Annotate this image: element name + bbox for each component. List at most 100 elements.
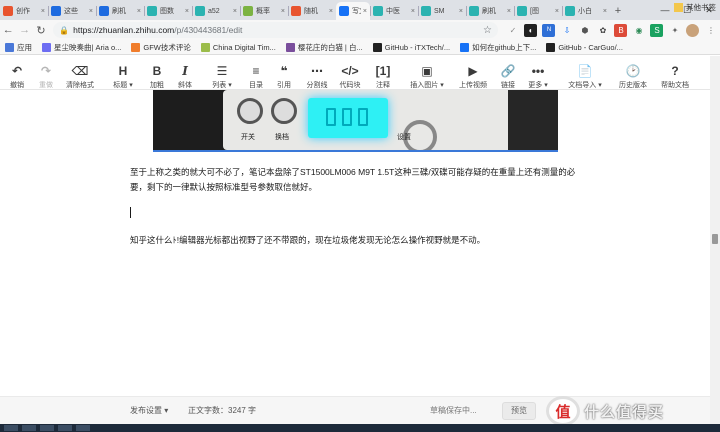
- browser-tab[interactable]: a52 ×: [192, 2, 240, 20]
- toolbar-label: 撤销: [10, 82, 24, 89]
- toolbar-label: 重做: [39, 82, 53, 89]
- toolbar-label: 插入图片 ▾: [410, 82, 444, 89]
- taskbar-item[interactable]: [76, 425, 90, 431]
- back-button[interactable]: ←: [0, 20, 16, 40]
- b-extension-icon[interactable]: B: [614, 23, 628, 37]
- browser-tab[interactable]: 这些 ×: [48, 2, 96, 20]
- taskbar-item[interactable]: [40, 425, 54, 431]
- clear-format-icon: ⌫: [71, 64, 89, 78]
- tab-close-icon[interactable]: ×: [411, 8, 415, 15]
- bookmark-item[interactable]: 如何在github上下...: [460, 42, 536, 53]
- tab-close-icon[interactable]: ×: [89, 8, 93, 15]
- browser-tab[interactable]: 小白 ×: [562, 2, 610, 20]
- tab-close-icon[interactable]: ×: [233, 8, 237, 15]
- tab-favicon-icon: [243, 6, 253, 16]
- publish-settings-dropdown[interactable]: 发布设置 ▾: [130, 405, 168, 416]
- browser-tab[interactable]: 刷机 ×: [96, 2, 144, 20]
- tab-close-icon[interactable]: ×: [363, 8, 367, 15]
- new-badge-icon[interactable]: N: [542, 23, 556, 37]
- upload-video-icon: ▶: [468, 64, 478, 78]
- tab-close-icon[interactable]: ×: [603, 8, 607, 15]
- paragraph-weighing[interactable]: 至于上称之类的就大可不必了，笔记本盘除了ST1500LM006 M9T 1.5T…: [130, 165, 590, 195]
- italic-icon: I: [182, 64, 188, 78]
- tab-favicon-icon: [195, 6, 205, 16]
- chat-icon[interactable]: ◉: [632, 24, 645, 37]
- profile-avatar[interactable]: [686, 23, 700, 37]
- embedded-photo[interactable]: 开关 换档 设置: [153, 90, 558, 152]
- reload-button[interactable]: ↻: [33, 20, 49, 40]
- vertical-scrollbar[interactable]: [710, 56, 720, 424]
- bookmark-item[interactable]: GitHub - iTXTech/...: [372, 42, 450, 52]
- bookmark-item[interactable]: 樱花庄的白猫 | 白...: [285, 42, 363, 53]
- shield-icon[interactable]: ⬢: [578, 24, 591, 37]
- bookmark-item[interactable]: GitHub - CarGuo/...: [546, 42, 623, 52]
- history-button[interactable]: 🕑 历史版本: [613, 65, 653, 90]
- s-extension-icon[interactable]: S: [650, 23, 664, 37]
- browser-tab[interactable]: 随机 ×: [288, 2, 336, 20]
- bookmark-favicon-icon: [285, 42, 295, 52]
- tab-close-icon[interactable]: ×: [507, 8, 511, 15]
- tab-close-icon[interactable]: ×: [137, 8, 141, 15]
- toolbar-label: 目录: [249, 82, 263, 89]
- tab-label: 小白: [578, 8, 592, 15]
- url-text[interactable]: https://zhuanlan.zhihu.com/p/430443681/e…: [73, 25, 483, 35]
- tab-label: 写文: [352, 8, 361, 15]
- other-bookmarks[interactable]: 其他书签: [674, 2, 716, 13]
- bookmark-favicon-icon: [372, 42, 382, 52]
- tab-close-icon[interactable]: ×: [459, 8, 463, 15]
- tab-label: 随机: [304, 8, 318, 15]
- editor-document[interactable]: 开关 换档 设置 至于上称之类的就大可不必了，笔记本盘除了ST1500LM006…: [0, 90, 710, 396]
- browser-tab[interactable]: SM ×: [418, 2, 466, 20]
- taskbar-item[interactable]: [22, 425, 36, 431]
- more-button[interactable]: ••• 更多 ▾: [518, 65, 558, 90]
- download-icon[interactable]: ⇩: [560, 24, 573, 37]
- bookmark-label: 星尘映奏曲| Aria o...: [54, 42, 122, 52]
- browser-tab[interactable]: 中医 ×: [370, 2, 418, 20]
- insert-image-button[interactable]: ▣ 插入图片 ▾: [407, 65, 447, 90]
- preview-button[interactable]: 预览: [502, 401, 536, 420]
- menu-dots-icon[interactable]: ⋮: [704, 24, 717, 37]
- tab-close-icon[interactable]: ×: [41, 8, 45, 15]
- taskbar-item[interactable]: [58, 425, 72, 431]
- glasses-icon[interactable]: ◐: [524, 23, 538, 37]
- tab-close-icon[interactable]: ×: [329, 8, 333, 15]
- photo-lcd-screen: [308, 98, 388, 138]
- import-doc-button[interactable]: 📄 文档导入 ▾: [565, 65, 605, 90]
- italic-button[interactable]: I 斜体: [165, 65, 205, 90]
- check-icon[interactable]: ✓: [506, 24, 519, 37]
- tab-close-icon[interactable]: ×: [185, 8, 189, 15]
- tab-favicon-icon: [469, 6, 479, 16]
- browser-tab[interactable]: 刷机 ×: [466, 2, 514, 20]
- browser-tab-active[interactable]: 写文×: [336, 2, 370, 20]
- toolbar-label: 文档导入 ▾: [568, 82, 602, 89]
- new-tab-button[interactable]: +: [610, 2, 626, 20]
- tab-close-icon[interactable]: ×: [281, 8, 285, 15]
- tab-close-icon[interactable]: ×: [555, 8, 559, 15]
- bookmark-favicon-icon: [42, 42, 51, 52]
- photo-background-left: [153, 90, 233, 150]
- browser-tab[interactable]: 概率 ×: [240, 2, 288, 20]
- bookmark-item[interactable]: GFW技术评论: [131, 42, 191, 53]
- paragraph-cursor-complaint[interactable]: 知乎这什么ﾄ!编辑器光标都出视野了还不带跟的，现在垃圾佬发现无论怎么操作视野就是…: [130, 233, 590, 248]
- browser-tab[interactable]: [图 ×: [514, 2, 562, 20]
- forward-button[interactable]: →: [16, 20, 32, 40]
- help-doc-button[interactable]: ? 帮助文档: [655, 65, 695, 90]
- bookmark-item[interactable]: 应用: [5, 42, 32, 53]
- omnibox[interactable]: 🔒 https://zhuanlan.zhihu.com/p/430443681…: [53, 22, 498, 38]
- browser-tab[interactable]: 图数 ×: [144, 2, 192, 20]
- taskbar-item[interactable]: [4, 425, 18, 431]
- upload-video-button[interactable]: ▶ 上传视频: [453, 65, 493, 90]
- bookmark-item[interactable]: China Digital Tim...: [200, 42, 276, 52]
- bookmark-star-icon[interactable]: ☆: [483, 25, 492, 36]
- clear-format-button[interactable]: ⌫ 清除格式: [60, 65, 100, 90]
- editor-toolbar: ↶ 撤销 ↷ 重做 ⌫ 清除格式 H 标题 ▾ B 加粗 I 斜体 ☰ 列表 ▾ ≡ 目录 ❝ 引用 ⋯ 分割线 </>…: [0, 56, 720, 90]
- footnote-button[interactable]: [1] 注释: [363, 65, 403, 90]
- browser-tab[interactable]: 创作 ×: [0, 2, 48, 20]
- lcd-digit: [326, 108, 336, 126]
- scrollbar-thumb[interactable]: [712, 234, 718, 244]
- lcd-digit: [358, 108, 368, 126]
- rabbit-icon[interactable]: ✿: [596, 24, 609, 37]
- bookmark-item[interactable]: 星尘映奏曲| Aria o...: [42, 42, 121, 53]
- minimize-button[interactable]: —: [654, 0, 676, 20]
- puzzle-icon[interactable]: ✦: [668, 24, 681, 37]
